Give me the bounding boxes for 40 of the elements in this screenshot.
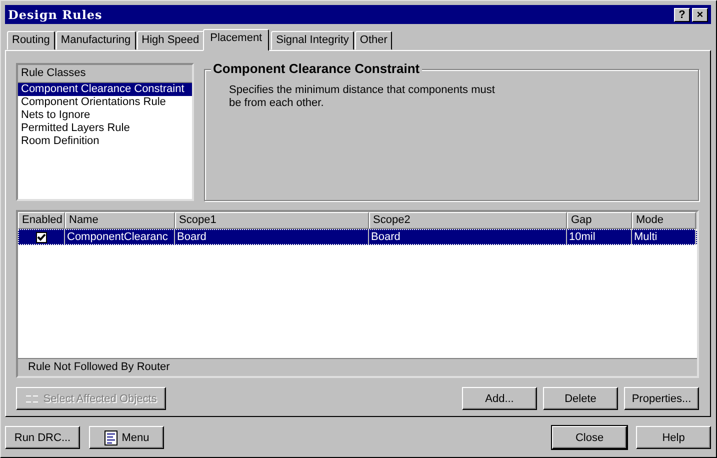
table-cell: Board [175,229,369,245]
column-header[interactable]: Name [65,212,175,229]
select-icon [25,394,40,404]
dialog-button[interactable]: Close [552,426,627,449]
tab[interactable]: Signal Integrity [271,31,354,50]
table-row[interactable]: ComponentClearanc Board Board 10mil Multi [18,229,697,245]
dialog-button[interactable]: Help [636,426,711,449]
window-title: Design Rules [8,8,102,22]
tab[interactable]: Placement [203,29,270,51]
menu-button[interactable]: Menu [89,426,164,449]
table-cell: Multi [632,229,696,245]
checkbox[interactable] [36,232,46,242]
column-header[interactable]: Scope1 [175,212,369,229]
tab[interactable]: Other [354,31,392,50]
column-header[interactable]: Scope2 [369,212,567,229]
list-item[interactable]: Room Definition [18,135,192,148]
list-item[interactable]: Component Orientations Rule [18,96,192,109]
group-title: Component Clearance Constraint [211,61,422,76]
description-text: Specifies the minimum distance that components must be from each other. [229,84,496,110]
column-header[interactable]: Gap [567,212,632,229]
close-button[interactable]: × [692,8,708,22]
list-item[interactable]: Permitted Layers Rule [18,122,192,135]
help-button[interactable]: ? [674,8,690,22]
table-cell: ComponentClearanc [65,229,175,245]
action-button[interactable]: Properties... [624,387,699,410]
table-cell: Board [369,229,567,245]
action-button[interactable]: Delete [543,387,618,410]
status-text: Rule Not Followed By Router [18,358,697,376]
list-item[interactable]: Component Clearance Constraint [18,83,192,96]
list-item[interactable]: Nets to Ignore [18,109,192,122]
column-header[interactable]: Mode [632,212,696,229]
action-button[interactable]: Add... [462,387,537,410]
column-header[interactable]: Enabled [18,212,65,229]
tab[interactable]: Manufacturing [56,31,136,50]
table-cell: 10mil [567,229,632,245]
dialog-button[interactable]: Run DRC... [5,426,80,449]
tab[interactable]: Routing [7,31,55,50]
tab[interactable]: High Speed [136,31,204,50]
list-header: Rule Classes [18,65,192,83]
document-icon [104,430,118,446]
